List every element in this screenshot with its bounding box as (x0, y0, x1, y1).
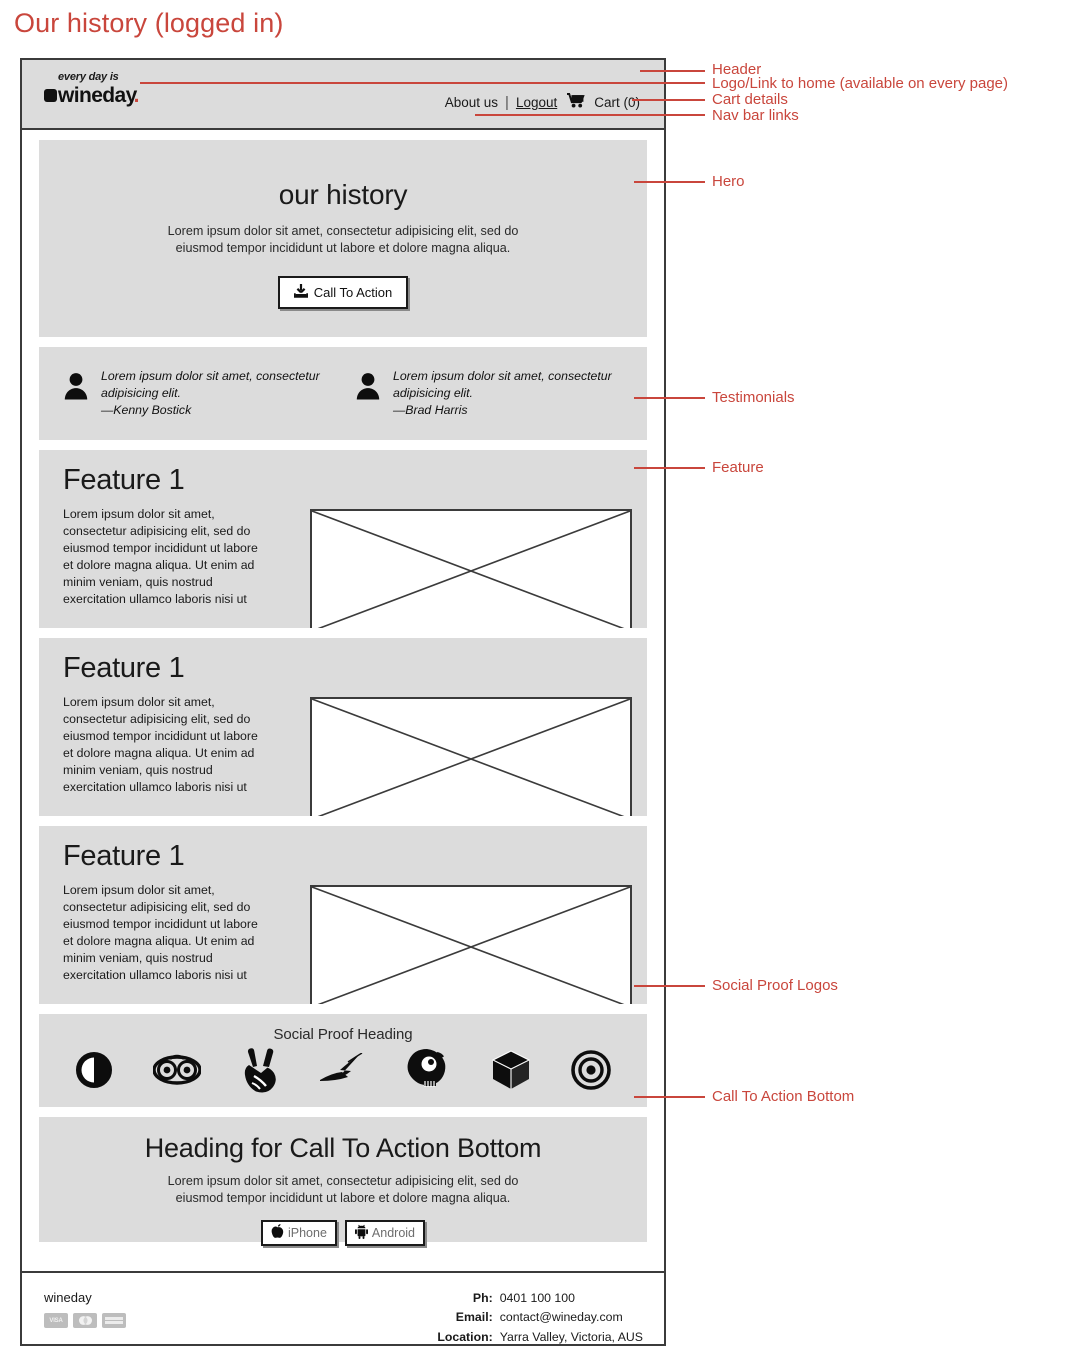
quill-pen-icon[interactable] (318, 1052, 364, 1092)
visa-card-icon: VISA (44, 1313, 68, 1328)
testimonial-quote: Lorem ipsum dolor sit amet, consectetur … (393, 369, 612, 401)
shopping-cart-icon[interactable] (567, 93, 585, 111)
cart-details[interactable]: Cart (0) (594, 95, 640, 110)
annotation-logo-link: Logo/Link to home (available on every pa… (712, 75, 1009, 92)
mastercard-card-icon (73, 1313, 97, 1328)
annotation-social-proof-logos: Social Proof Logos (712, 977, 838, 994)
hero-heading: our history (278, 179, 408, 210)
annotation-nav-bar-links: Nav bar links (712, 107, 799, 124)
android-icon (354, 1224, 368, 1242)
cta-bottom-heading: Heading for Call To Action Bottom (144, 1133, 542, 1163)
site-footer: wineday VISA Ph: 0401 100 100 Email: con… (22, 1271, 664, 1344)
nav-item-about-us[interactable]: About us (445, 95, 498, 110)
testimonials-section: Lorem ipsum dolor sit amet, consectetur … (39, 347, 647, 440)
social-proof-logos (39, 1043, 647, 1098)
feature-heading: Feature 1 (63, 840, 185, 872)
contact-value: 0401 100 100 (499, 1291, 575, 1305)
contact-row: Location: Yarra Valley, Victoria, AUS (436, 1328, 644, 1347)
footer-contact: Ph: 0401 100 100 Email: contact@wineday.… (436, 1289, 644, 1347)
nav-bar-links: About us | Logout Cart (0) (445, 93, 640, 111)
testimonial-author: —Kenny Bostick (101, 402, 192, 417)
tripadvisor-owl-icon[interactable] (152, 1053, 203, 1092)
site-header: every day is wineday. About us | Logout … (22, 60, 664, 130)
feature-section: Feature 1 Lorem ipsum dolor sit amet, co… (39, 638, 647, 816)
testimonial-author: —Brad Harris (393, 402, 468, 417)
android-store-label: Android (371, 1226, 416, 1240)
apple-icon (271, 1224, 284, 1242)
logo-link-home[interactable]: every day is wineday. (44, 72, 140, 106)
contact-row: Email: contact@wineday.com (436, 1308, 644, 1327)
wireframe-mockup: every day is wineday. About us | Logout … (20, 58, 666, 1346)
contact-key: Location: (437, 1329, 493, 1344)
annotation-testimonials: Testimonials (712, 389, 795, 406)
feature-body: Lorem ipsum dolor sit amet, consectetur … (63, 507, 258, 606)
logo-tagline: every day is (58, 71, 119, 83)
footer-brand-name: wineday (44, 1290, 92, 1305)
bullseye-target-icon[interactable] (571, 1050, 611, 1095)
wine-mark-icon (44, 89, 57, 102)
logo-name: wineday (58, 84, 137, 107)
android-store-button[interactable]: Android (344, 1220, 426, 1246)
feature-body: Lorem ipsum dolor sit amet, consectetur … (63, 695, 258, 794)
hero-cta-label: Call To Action (313, 285, 393, 300)
annotation-hero: Hero (712, 173, 745, 190)
cta-bottom-body: Lorem ipsum dolor sit amet, consectetur … (167, 1174, 519, 1205)
annotation-cart-details: Cart details (712, 91, 788, 108)
hero-cta-button[interactable]: Call To Action (277, 276, 409, 309)
adversal-contrast-icon[interactable] (75, 1050, 113, 1095)
peace-hand-icon[interactable] (242, 1047, 278, 1098)
iphone-store-button[interactable]: iPhone (260, 1220, 337, 1246)
image-placeholder (310, 697, 632, 816)
page-title: Our history (logged in) (14, 8, 284, 38)
logo-accent-dot: . (133, 84, 140, 107)
twitter-bird-icon[interactable] (404, 1047, 450, 1098)
feature-section: Feature 1 Lorem ipsum dolor sit amet, co… (39, 826, 647, 1004)
nav-item-logout[interactable]: Logout (516, 95, 557, 110)
social-proof-heading: Social Proof Heading (273, 1026, 413, 1043)
contact-key: Ph: (472, 1291, 493, 1305)
footer-brand: wineday VISA (44, 1290, 126, 1328)
testimonial-quote: Lorem ipsum dolor sit amet, consectetur … (101, 369, 320, 401)
image-placeholder (310, 509, 632, 628)
contact-key: Email: (455, 1310, 493, 1325)
cube-3d-icon[interactable] (491, 1049, 531, 1096)
contact-row: Ph: 0401 100 100 (436, 1289, 644, 1308)
annotation-feature: Feature (712, 459, 764, 476)
social-proof-section: Social Proof Heading (39, 1014, 647, 1107)
feature-section: Feature 1 Lorem ipsum dolor sit amet, co… (39, 450, 647, 628)
contact-value: Yarra Valley, Victoria, AUS (499, 1329, 643, 1344)
user-avatar-icon (355, 372, 381, 405)
testimonial-item: Lorem ipsum dolor sit amet, consectetur … (355, 368, 647, 419)
cta-bottom-section: Heading for Call To Action Bottom Lorem … (39, 1117, 647, 1246)
download-icon (293, 284, 309, 301)
testimonial-item: Lorem ipsum dolor sit amet, consectetur … (63, 368, 355, 419)
contact-value: contact@wineday.com (499, 1310, 623, 1325)
image-placeholder (310, 885, 632, 1004)
feature-body: Lorem ipsum dolor sit amet, consectetur … (63, 883, 258, 982)
hero-body: Lorem ipsum dolor sit amet, consectetur … (167, 224, 519, 255)
feature-heading: Feature 1 (63, 464, 185, 496)
iphone-store-label: iPhone (287, 1226, 327, 1240)
payment-cards: VISA (44, 1313, 126, 1328)
feature-heading: Feature 1 (63, 652, 185, 684)
hero-section: our history Lorem ipsum dolor sit amet, … (39, 140, 647, 337)
nav-separator: | (505, 93, 509, 111)
amex-card-icon (102, 1313, 126, 1328)
annotation-cta-bottom: Call To Action Bottom (712, 1088, 855, 1105)
user-avatar-icon (63, 372, 89, 405)
